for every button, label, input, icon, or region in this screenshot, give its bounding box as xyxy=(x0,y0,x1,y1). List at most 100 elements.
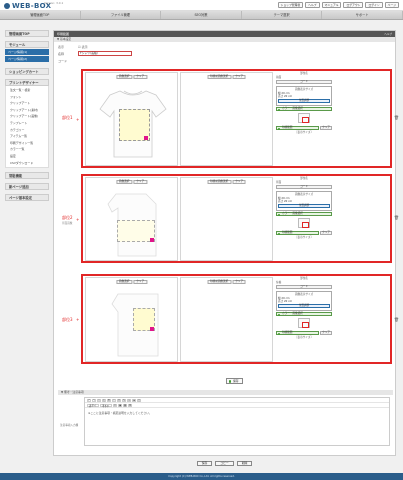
notes-editor[interactable]: ↶ ↷ ✂ ⎘ B I U S ≡ ≣ ⚲ スタイル フォーマット A ▣ ▦ … xyxy=(84,397,390,446)
add-icon[interactable]: + xyxy=(76,217,79,222)
height-value[interactable]: 20 xyxy=(284,300,287,303)
select-layer-button[interactable]: 印刷前画像選択 xyxy=(207,280,232,284)
nav-item-seo[interactable]: SEO対策 xyxy=(161,11,242,19)
clear-button[interactable]: クリア xyxy=(133,75,148,79)
header-button-page[interactable]: ページ xyxy=(384,2,399,8)
height-value[interactable]: 20 xyxy=(284,95,287,98)
sidebar-item-module[interactable]: モジュール xyxy=(5,41,49,48)
align-left-icon[interactable]: ≡ xyxy=(127,398,131,402)
add-icon[interactable]: + xyxy=(76,317,79,322)
name-field[interactable]: Tシャツ(長袖) xyxy=(78,51,132,56)
italic-icon[interactable]: I xyxy=(112,398,116,402)
notes-text[interactable]: ※ここに注意事項・補足説明を入力してください。 xyxy=(85,408,389,418)
sidebar-subitem-settings[interactable]: 設定 xyxy=(6,153,48,160)
undo-icon[interactable]: ↶ xyxy=(87,398,91,402)
sidebar-subitem-colors[interactable]: カラー一覧 xyxy=(6,146,48,153)
sidebar-item-resident[interactable]: 常駐機能 xyxy=(5,172,49,180)
help-link[interactable]: ヘルプ xyxy=(384,32,392,36)
header-button-admin[interactable]: ショップ管理者 xyxy=(277,2,304,8)
select-image-button[interactable]: 画像選択 xyxy=(115,75,133,79)
save-button[interactable]: 保存 xyxy=(226,378,243,384)
image-icon[interactable]: ▣ xyxy=(118,403,122,407)
sidebar-subitem-fonts[interactable]: フォント xyxy=(6,94,48,101)
select-image-button[interactable]: 画像選択 xyxy=(115,280,133,284)
code-field[interactable]: コード xyxy=(276,80,332,84)
print-range-button[interactable]: 印刷範囲 xyxy=(276,330,319,335)
nav-item-files[interactable]: ファイル管理 xyxy=(81,11,162,19)
bottom-delete-button[interactable]: 削除 xyxy=(236,461,253,466)
color-icon[interactable]: A xyxy=(113,403,117,407)
nav-item-support[interactable]: サポート xyxy=(322,11,403,19)
clear-range-button[interactable]: クリア xyxy=(320,330,332,335)
print-range-button[interactable]: 印刷範囲 xyxy=(276,230,319,235)
display-checkbox[interactable]: ☑ 表示 xyxy=(78,45,88,49)
color-select-button[interactable]: カラー・画像選択 xyxy=(276,211,332,216)
nav-item-theme[interactable]: テーマ選択 xyxy=(242,11,323,19)
clear-layer-button[interactable]: クリア xyxy=(232,280,246,284)
copy-icon[interactable]: ⎘ xyxy=(102,398,106,402)
underline-icon[interactable]: U xyxy=(117,398,121,402)
clear-layer-button[interactable]: クリア xyxy=(232,75,246,79)
sidebar-item-print-designer[interactable]: プリントデザイナー xyxy=(5,79,49,86)
code-field[interactable]: コード xyxy=(276,185,332,189)
sidebar-subitem-clipart-image[interactable]: クリップアート(画像) xyxy=(6,113,48,120)
position-button[interactable]: 位置調整 xyxy=(278,203,330,208)
sidebar-subitem-csv[interactable]: CSVダウンロード xyxy=(6,160,48,167)
align-center-icon[interactable]: ≣ xyxy=(132,398,136,402)
delete-icon[interactable]: 🗑 xyxy=(394,215,399,220)
position-button[interactable]: 位置調整 xyxy=(278,98,330,103)
format-select[interactable]: フォーマット xyxy=(100,403,112,408)
source-icon[interactable]: ⌘ xyxy=(128,403,132,407)
delete-icon[interactable]: 🗑 xyxy=(394,317,399,322)
print-range-button[interactable]: 印刷範囲 xyxy=(276,125,319,130)
sidebar-subitem-template[interactable]: テンプレート xyxy=(6,120,48,127)
clear-button[interactable]: クリア xyxy=(133,180,148,184)
resize-handle-icon[interactable] xyxy=(150,327,154,331)
add-icon[interactable]: + xyxy=(76,117,79,122)
delete-icon[interactable]: 🗑 xyxy=(394,115,399,120)
sidebar-item-shopping-cart[interactable]: ショッピングカート xyxy=(5,68,49,75)
sidebar-subitem-clipart-material[interactable]: クリップアート(素材) xyxy=(6,107,48,114)
strike-icon[interactable]: S xyxy=(122,398,126,402)
sidebar-subitem-print-design[interactable]: 印刷デザイン一覧 xyxy=(6,140,48,147)
color-select-button[interactable]: カラー・画像選択 xyxy=(276,311,332,316)
color-select-button[interactable]: カラー・画像選択 xyxy=(276,106,332,111)
sidebar-item-home[interactable]: 管理画面TOP xyxy=(5,30,49,37)
sidebar-subitem-page-1[interactable]: ページ情報(1) xyxy=(5,49,49,55)
header-button-login[interactable]: ログイン xyxy=(365,2,383,8)
sidebar-subitem-items[interactable]: アイテム一覧 xyxy=(6,133,48,140)
style-select[interactable]: スタイル xyxy=(87,403,99,408)
header-button-help[interactable]: ヘルプ xyxy=(305,2,320,8)
clear-range-button[interactable]: クリア xyxy=(320,125,332,130)
height-row: 高さ 20 cm xyxy=(278,200,330,203)
sidebar-subitem-page-2[interactable]: ページ情報(2) xyxy=(5,56,49,62)
header-button-logout[interactable]: ログアウト xyxy=(343,2,364,8)
select-layer-button[interactable]: 印刷前画像選択 xyxy=(207,180,232,184)
clear-button[interactable]: クリア xyxy=(133,280,148,284)
bold-icon[interactable]: B xyxy=(107,398,111,402)
code-field[interactable]: コード xyxy=(276,285,332,289)
sidebar-subitem-category[interactable]: カテゴリー xyxy=(6,127,48,134)
resize-handle-icon[interactable] xyxy=(150,238,154,242)
position-button[interactable]: 位置調整 xyxy=(278,303,330,308)
clear-range-button[interactable]: クリア xyxy=(320,230,332,235)
redo-icon[interactable]: ↷ xyxy=(92,398,96,402)
bottom-save-button[interactable]: 保存 xyxy=(196,461,213,466)
link-icon[interactable]: ⚲ xyxy=(137,398,141,402)
header-button-manual[interactable]: マニュアル xyxy=(321,2,342,8)
select-image-button[interactable]: 画像選択 xyxy=(115,180,133,184)
layer-image-panel: 印刷前画像選択 クリア xyxy=(180,277,273,362)
resize-handle-icon[interactable] xyxy=(144,136,148,140)
sidebar-item-page-settings[interactable]: ページ基本設定 xyxy=(5,194,49,202)
bottom-copy-button[interactable]: コピー xyxy=(215,461,234,466)
logo-icon xyxy=(4,3,10,9)
height-value[interactable]: 20 xyxy=(284,200,287,203)
select-layer-button[interactable]: 印刷前画像選択 xyxy=(207,75,232,79)
table-icon[interactable]: ▦ xyxy=(123,403,127,407)
clear-layer-button[interactable]: クリア xyxy=(232,180,246,184)
sidebar-item-new-page[interactable]: 新ページ追加 xyxy=(5,183,49,191)
sidebar-subitem-clipart[interactable]: クリップアート xyxy=(6,100,48,107)
nav-item-top[interactable]: 管理画面TOP xyxy=(0,11,81,19)
sidebar-subitem-orders[interactable]: 注文一覧・検索 xyxy=(6,87,48,94)
cut-icon[interactable]: ✂ xyxy=(97,398,101,402)
